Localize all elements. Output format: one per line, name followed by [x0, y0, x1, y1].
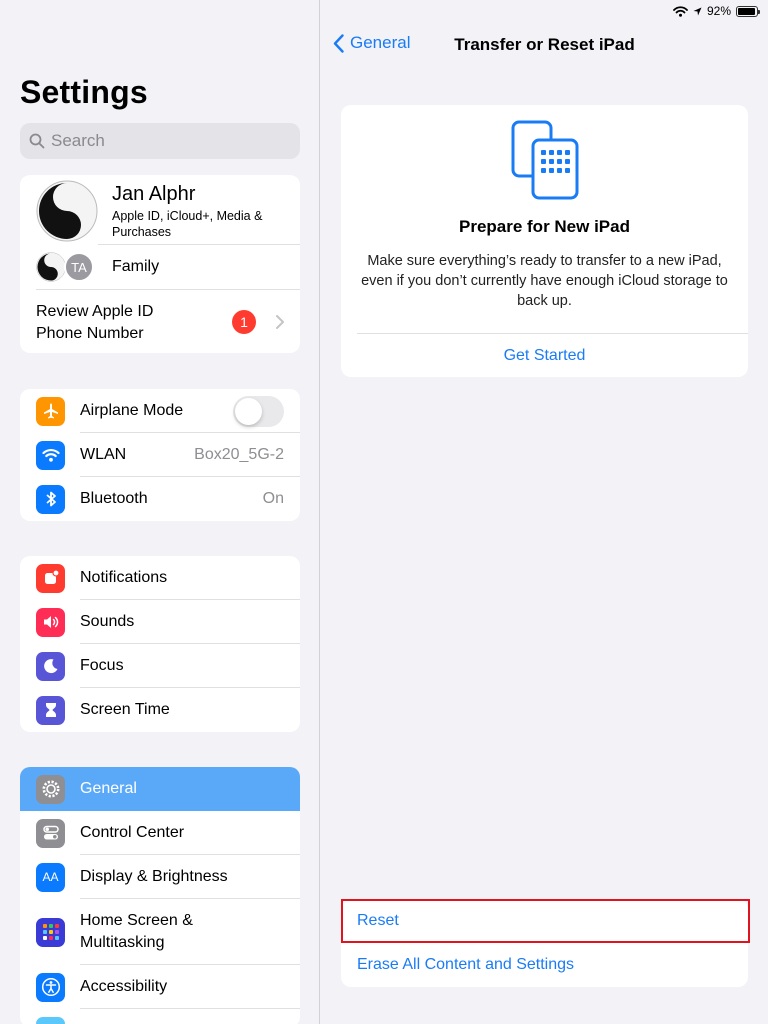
gear-icon — [36, 774, 65, 804]
sidebar-item-general[interactable]: General — [20, 767, 300, 811]
sidebar-item-control-center[interactable]: Control Center — [20, 811, 300, 855]
family-row[interactable]: TA Family — [20, 245, 300, 289]
sidebar-item-notifications[interactable]: Notifications — [20, 556, 300, 600]
avatar[interactable] — [36, 180, 98, 242]
notifications-group: Notifications Sounds Focus Screen Time — [20, 556, 300, 732]
review-label-line2: Phone Number — [36, 325, 144, 342]
sidebar-item-label: General — [80, 780, 137, 797]
sidebar-item-label: Display & Brightness — [80, 868, 228, 885]
page-title: Settings — [20, 74, 148, 110]
sidebar-item-label: Screen Time — [80, 701, 170, 718]
sidebar: Settings Search Jan Alphr Apple ID, iClo… — [0, 0, 320, 1024]
sidebar-item-label: Sounds — [80, 613, 135, 630]
bluetooth-icon — [36, 484, 65, 514]
sidebar-item-display-brightness[interactable]: AA Display & Brightness — [20, 855, 300, 899]
status-bar: 92% — [673, 3, 760, 19]
reset-label: Reset — [357, 912, 399, 929]
yin-yang-icon — [36, 180, 98, 242]
general-group: General Control Center AA Display & Brig… — [20, 767, 300, 1024]
sidebar-item-accessibility[interactable]: Accessibility — [20, 965, 300, 1009]
battery-fill — [738, 7, 755, 15]
speaker-icon — [36, 607, 65, 637]
get-started-button[interactable]: Get Started — [341, 334, 748, 377]
search-placeholder: Search — [51, 131, 105, 150]
wifi-icon — [36, 440, 65, 470]
ipad-transfer-icon — [511, 120, 579, 200]
family-label: Family — [112, 258, 160, 275]
airplane-mode-toggle[interactable] — [233, 395, 284, 427]
accessibility-icon — [36, 972, 65, 1002]
sidebar-item-label: Control Center — [80, 824, 185, 841]
app-grid-icon — [36, 917, 65, 947]
sidebar-item-wlan[interactable]: WLAN Box20_5G-2 — [20, 433, 300, 477]
profile-group: Jan Alphr Apple ID, iCloud+, Media & Pur… — [20, 175, 300, 353]
sidebar-item-label: Airplane Mode — [80, 402, 184, 419]
wifi-status-icon — [673, 5, 688, 17]
label-line1: Home Screen & — [80, 912, 193, 929]
search-input[interactable]: Search — [20, 123, 300, 159]
sidebar-item-sounds[interactable]: Sounds — [20, 600, 300, 644]
review-label-line1: Review Apple ID — [36, 303, 154, 320]
text-size-icon: AA — [36, 862, 65, 892]
sidebar-item-label: Accessibility — [80, 978, 168, 995]
reset-actions-card: Reset Erase All Content and Settings — [341, 899, 750, 987]
sidebar-item-next[interactable] — [20, 1009, 300, 1024]
search-icon — [29, 133, 45, 149]
sidebar-item-label: Bluetooth — [80, 490, 148, 507]
sidebar-item-home-screen[interactable]: Home Screen & Multitasking — [20, 899, 300, 965]
wallpaper-icon — [36, 1016, 65, 1024]
sidebar-item-focus[interactable]: Focus — [20, 644, 300, 688]
bluetooth-status: On — [262, 490, 284, 507]
family-avatar: TA — [64, 252, 94, 282]
hourglass-icon — [36, 695, 65, 725]
card-description: Make sure everything’s ready to transfer… — [361, 253, 728, 309]
chevron-right-icon — [276, 315, 284, 329]
airplane-icon — [36, 396, 65, 426]
nav-title: Transfer or Reset iPad — [454, 35, 635, 54]
toggle-knob — [235, 397, 262, 425]
sidebar-item-airplane-mode[interactable]: Airplane Mode — [20, 389, 300, 433]
prepare-card: Prepare for New iPad Make sure everythin… — [341, 105, 748, 377]
erase-label: Erase All Content and Settings — [357, 956, 575, 973]
sidebar-item-screen-time[interactable]: Screen Time — [20, 688, 300, 732]
erase-all-button[interactable]: Erase All Content and Settings — [341, 943, 748, 987]
review-label: Review Apple ID Phone Number — [36, 301, 153, 345]
notification-badge: 1 — [232, 310, 256, 334]
label-line2: Multitasking — [80, 934, 165, 951]
connectivity-group: Airplane Mode WLAN Box20_5G-2 Bluetooth … — [20, 389, 300, 521]
profile-subtitle: Apple ID, iCloud+, Media & Purchases — [112, 209, 263, 239]
reset-button[interactable]: Reset — [341, 899, 748, 943]
bell-icon — [36, 563, 65, 593]
battery-icon — [736, 5, 760, 17]
location-arrow-icon — [693, 7, 702, 15]
switches-icon — [36, 818, 65, 848]
sidebar-item-label: Focus — [80, 657, 124, 674]
sidebar-item-bluetooth[interactable]: Bluetooth On — [20, 477, 300, 521]
sidebar-item-label: Notifications — [80, 569, 168, 586]
battery-percent: 92% — [706, 4, 731, 18]
wlan-network-name: Box20_5G-2 — [194, 446, 284, 463]
card-title: Prepare for New iPad — [458, 217, 630, 236]
sidebar-item-label: Home Screen & Multitasking — [80, 910, 300, 954]
profile-name[interactable]: Jan Alphr — [112, 183, 195, 206]
moon-icon — [36, 651, 65, 681]
sidebar-item-label: WLAN — [80, 446, 127, 463]
yin-yang-icon — [36, 252, 66, 282]
detail-pane: 92% General Transfer or Reset iPad Prepa… — [321, 0, 768, 1024]
review-apple-id-row[interactable]: Review Apple ID Phone Number 1 — [20, 290, 300, 353]
